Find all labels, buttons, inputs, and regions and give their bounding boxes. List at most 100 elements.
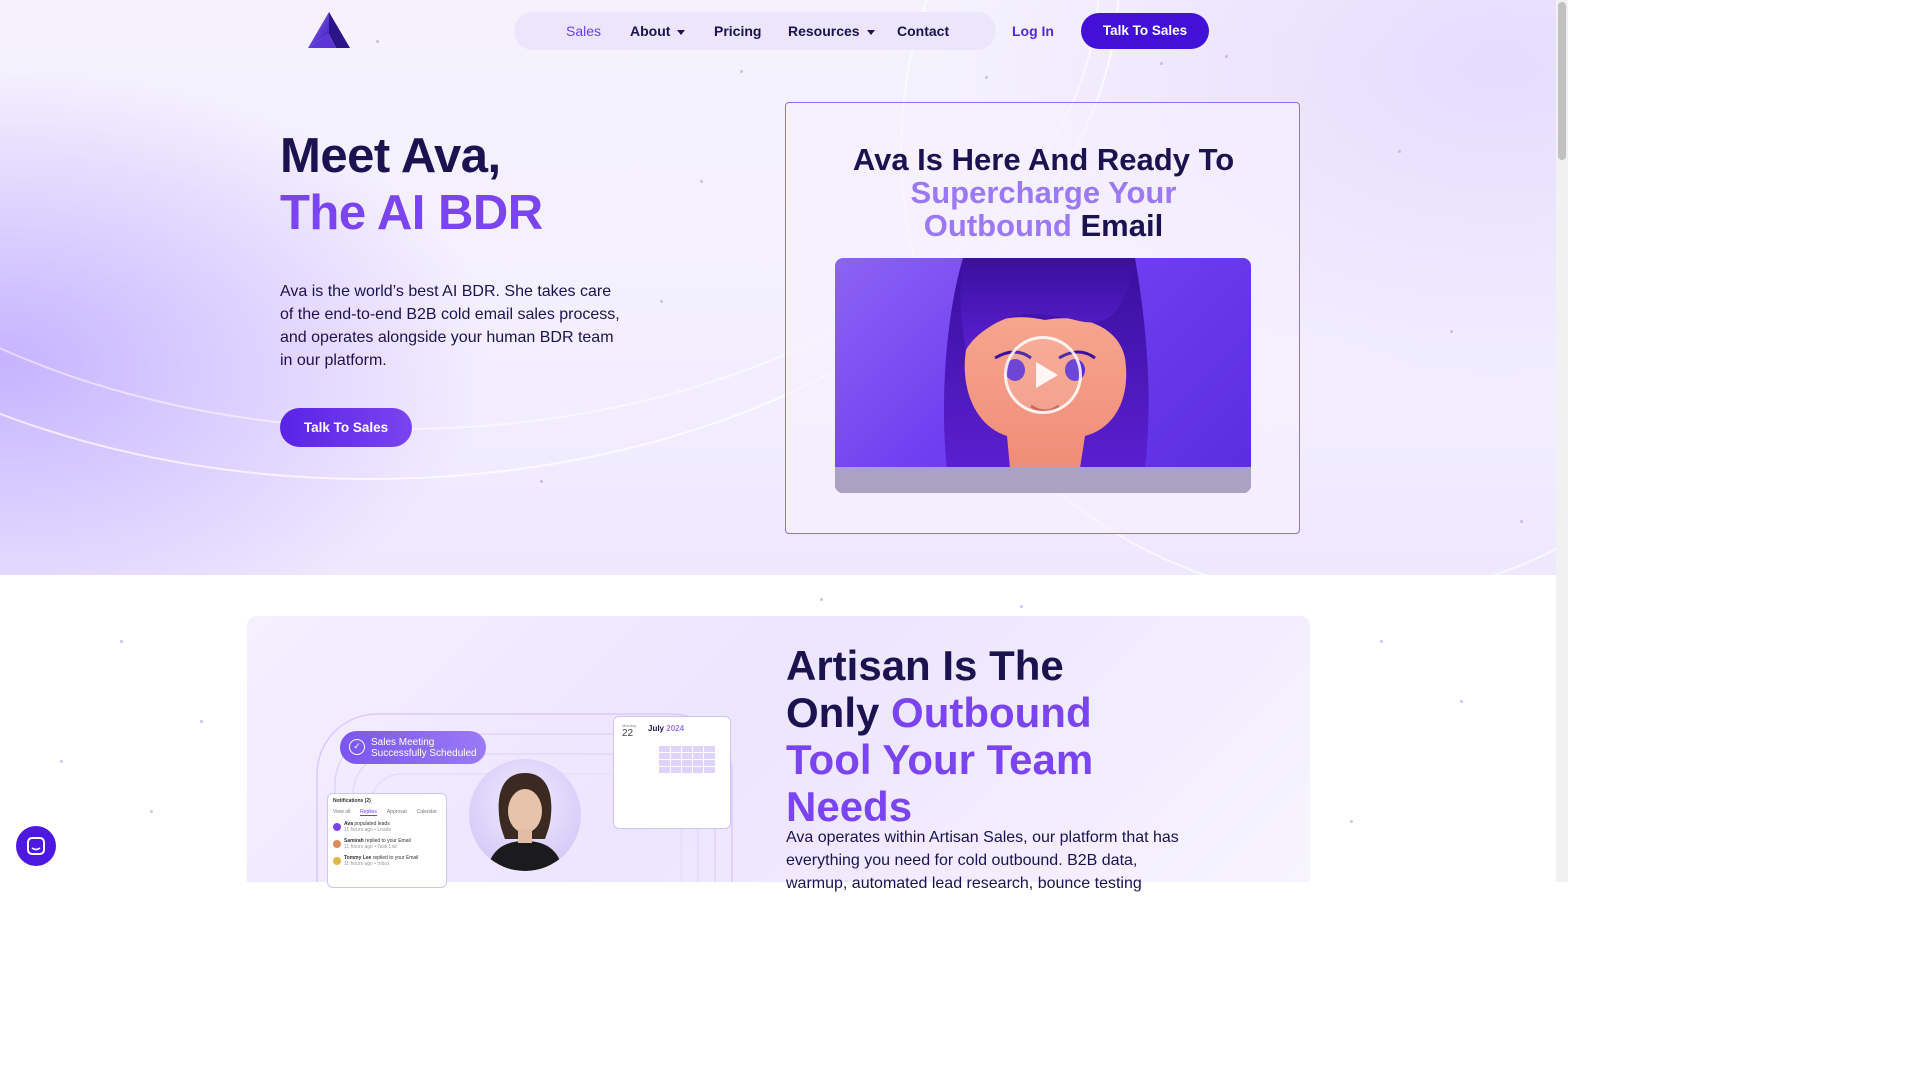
notifications-tab: View all	[333, 809, 351, 815]
talk-to-sales-header-button[interactable]: Talk To Sales	[1081, 13, 1209, 49]
talk-to-sales-hero-button[interactable]: Talk To Sales	[280, 408, 412, 447]
video-card-title-line3: Outbound Email	[786, 209, 1301, 242]
badge-text: Sales Meeting Successfully Scheduled	[371, 737, 477, 759]
decor-dot	[820, 598, 823, 601]
calendar-cell	[670, 746, 681, 752]
caret-down-icon	[866, 29, 875, 35]
chat-launcher-button[interactable]	[16, 826, 56, 866]
nav-item-contact[interactable]: Contact	[897, 12, 949, 50]
video-card-title-accent: Outbound	[923, 208, 1072, 243]
nav-item-sales[interactable]: Sales	[566, 12, 601, 50]
nav-item-label: Pricing	[714, 23, 762, 39]
decor-dot	[985, 76, 988, 79]
calendar-cell	[693, 746, 704, 752]
calendar-cell	[648, 774, 658, 780]
logo-icon	[308, 12, 350, 48]
calendar-month: July 2024	[648, 724, 684, 733]
avatar	[333, 840, 341, 848]
calendar-cell	[704, 753, 715, 759]
chat-icon	[27, 837, 45, 855]
calendar-cell	[704, 774, 714, 780]
calendar-cell	[648, 767, 658, 773]
calendar-cell	[648, 753, 658, 759]
video-controls-bar[interactable]	[835, 467, 1251, 493]
notification-meta: 11 hours ago • Task List	[344, 844, 397, 850]
calendar-day: 22	[622, 728, 634, 739]
nav-item-pricing[interactable]: Pricing	[714, 12, 761, 50]
nav-item-label: Sales	[566, 23, 602, 39]
calendar-cell	[682, 774, 692, 780]
calendar-cell	[670, 753, 681, 759]
calendar-cell	[693, 760, 704, 766]
calendar-cell	[670, 767, 681, 773]
calendar-cell	[659, 753, 670, 759]
notifications-tabs: View all Replies Approval Calendar	[333, 809, 441, 816]
notifications-tab: Replies	[360, 809, 377, 816]
calendar-cell	[659, 746, 670, 752]
decor-dot	[700, 180, 703, 183]
calendar-cell	[681, 746, 693, 752]
calendar-cell	[704, 746, 715, 752]
calendar-cell	[670, 760, 681, 766]
calendar-cell	[648, 760, 658, 766]
main-nav: Sales About Pricing Resources Contact	[514, 12, 996, 50]
calendar-cell	[693, 767, 704, 773]
decor-dot	[1225, 55, 1228, 58]
calendar-cell	[716, 739, 726, 745]
nav-item-resources[interactable]: Resources	[788, 12, 875, 50]
calendar-cell	[659, 760, 670, 766]
calendar-cell	[716, 760, 726, 766]
check-icon: ✓	[349, 739, 365, 755]
notifications-tab: Approval	[386, 809, 407, 815]
decor-dot	[1398, 150, 1401, 153]
calendar-year: 2024	[666, 724, 685, 733]
decor-dot	[1520, 520, 1523, 523]
decor-dot	[1160, 62, 1163, 65]
avatar	[333, 823, 341, 831]
login-link[interactable]: Log In	[1012, 12, 1054, 50]
notification-item: Ava populated leads 11 hours ago • Leads	[333, 821, 441, 833]
calendar-cell	[659, 774, 669, 780]
platform-section-title: Artisan Is The Only Outbound Tool Your T…	[786, 642, 1106, 830]
calendar-cell	[681, 767, 693, 773]
calendar-cell	[716, 774, 726, 780]
calendar-cell	[693, 739, 703, 745]
nav-item-label: About	[630, 23, 671, 39]
decor-dot	[150, 810, 153, 813]
calendar-cell	[716, 753, 726, 759]
hero-section	[0, 0, 1556, 575]
decor-dot	[60, 760, 63, 763]
decor-dot	[660, 300, 663, 303]
calendar-cell	[648, 746, 658, 752]
decor-dot	[1450, 330, 1453, 333]
hero-title-line2: The AI BDR	[280, 186, 543, 240]
calendar-cell	[648, 739, 658, 745]
notifications-title: Notifications (2)	[333, 798, 371, 804]
artisan-logo[interactable]	[308, 12, 350, 48]
calendar-cell	[716, 767, 726, 773]
calendar-cell	[704, 767, 715, 773]
hero-description: Ava is the world’s best AI BDR. She take…	[280, 283, 620, 369]
calendar-cell	[704, 739, 714, 745]
nav-item-label: Resources	[788, 23, 860, 39]
play-button[interactable]	[1004, 336, 1082, 414]
video-card: Ava Is Here And Ready To Supercharge You…	[785, 102, 1300, 534]
decor-dot	[200, 720, 203, 723]
video-player[interactable]	[835, 258, 1251, 493]
nav-item-about[interactable]: About	[630, 12, 686, 50]
avatar	[333, 857, 341, 865]
notification-meta: 11 hours ago • Leads	[344, 827, 391, 833]
notification-meta: 11 hours ago • Inbox	[344, 861, 390, 867]
decor-dot	[540, 480, 543, 483]
decor-dot	[1350, 820, 1353, 823]
decor-dot	[1380, 640, 1383, 643]
video-card-title-line1: Ava Is Here And Ready To	[852, 142, 1235, 177]
persona-avatar	[469, 759, 581, 871]
calendar-cell	[716, 746, 726, 752]
calendar-grid	[648, 739, 726, 780]
scrollbar-thumb[interactable]	[1558, 2, 1566, 160]
person-illustration	[487, 773, 563, 871]
decor-dot	[376, 40, 379, 43]
title-accent: Outbound	[891, 689, 1092, 736]
calendar-cell	[681, 753, 693, 759]
